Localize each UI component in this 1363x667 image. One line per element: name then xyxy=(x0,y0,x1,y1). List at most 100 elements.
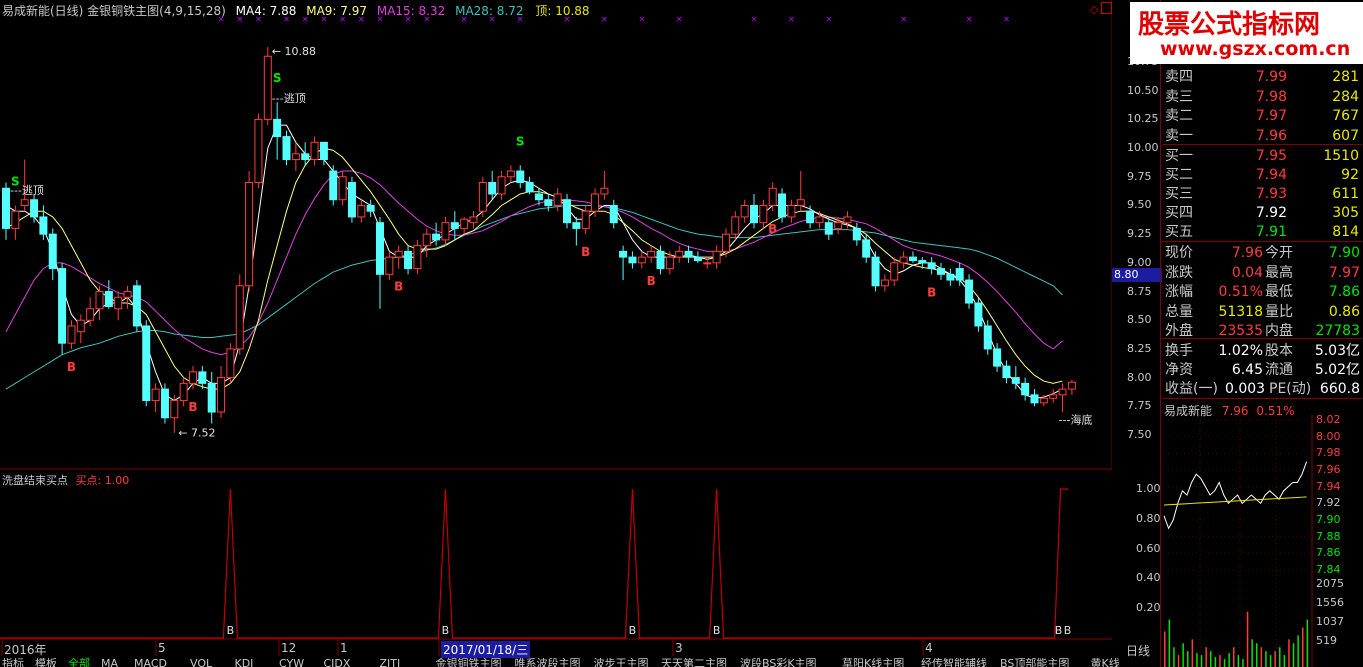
indicator-tab[interactable]: VOL xyxy=(190,658,212,667)
indicator-tab[interactable]: 唯系波段主图 xyxy=(515,658,581,667)
bid-row[interactable]: 买三 7.93 611 xyxy=(1163,185,1361,203)
indicator-tab[interactable]: KDJ xyxy=(235,658,254,667)
mini-axis-label: 8.02 xyxy=(1316,413,1341,426)
candle-body xyxy=(338,176,347,201)
candle-body xyxy=(123,291,132,298)
stat-value: 0.003 xyxy=(1225,381,1266,397)
bid-row[interactable]: 买二 7.94 92 xyxy=(1163,166,1361,184)
quote-price: 7.94 xyxy=(1255,167,1287,183)
indicator-header: 洗盘结束买点 买点: 1.00 xyxy=(2,472,129,488)
period-label[interactable]: 日线 xyxy=(1126,642,1150,659)
panel-separator xyxy=(1162,398,1362,399)
candle-body xyxy=(67,325,76,344)
watermark-title: 股票公式指标网 xyxy=(1138,10,1321,40)
stat-value: 51318 xyxy=(1218,303,1263,320)
candle-body xyxy=(160,388,169,419)
candle-body xyxy=(207,382,216,413)
indicator-tab[interactable]: 黄K线BS点主图 xyxy=(1091,658,1121,667)
date-label: 1 xyxy=(340,641,348,655)
indicator-tab[interactable]: 草阳K线主图 xyxy=(842,658,904,667)
price-tick-label: 9.00 xyxy=(1127,255,1152,269)
candle-body xyxy=(815,216,824,224)
diamond-icon[interactable]: ◇ xyxy=(1090,3,1098,16)
stat-label: 现价 xyxy=(1165,245,1193,261)
candle-body xyxy=(852,227,861,241)
intraday-volume-bar xyxy=(1173,647,1175,667)
stat-value: 6.45 xyxy=(1231,362,1263,378)
indicator-tab[interactable]: 指标 xyxy=(2,658,24,667)
candle-body xyxy=(731,216,740,235)
candle-body xyxy=(572,222,581,229)
price-tick-label: 8.75 xyxy=(1127,284,1152,298)
indicator-tab[interactable]: CJDX xyxy=(324,658,351,667)
quote-volume: 281 xyxy=(1332,69,1359,85)
indicator-tab[interactable]: MACD xyxy=(134,658,167,667)
price-tick-label: 8.50 xyxy=(1127,313,1152,327)
candle-body xyxy=(684,250,693,258)
stat-label: 最高 xyxy=(1265,264,1293,281)
bid-row[interactable]: 买一 7.95 1510 xyxy=(1163,147,1361,165)
candlestick-chart[interactable]: BBBBBBBSSS← 10.88← 7.52---逃顶---逃顶---海底✕ ✕… xyxy=(0,0,1112,470)
quote-volume: 92 xyxy=(1341,167,1359,183)
volume-axis-label: 2075 xyxy=(1316,577,1344,590)
candle-body xyxy=(478,182,487,212)
watermark-url: www.gszx.com.cn xyxy=(1160,38,1351,60)
low-label: ← 7.52 xyxy=(178,427,215,440)
indicator-tab[interactable]: ZJTJ xyxy=(380,658,401,667)
window-toggle-icon[interactable] xyxy=(1101,2,1112,14)
ask-row[interactable]: 卖四 7.99 281 xyxy=(1163,68,1361,86)
candle-body xyxy=(422,233,431,247)
indicator-tab[interactable]: 波步王主图 xyxy=(594,658,649,667)
candle-body xyxy=(871,256,880,287)
candle-body xyxy=(39,216,48,235)
stat-label: 量比 xyxy=(1265,303,1293,320)
bid-row[interactable]: 买五 7.91 814 xyxy=(1163,223,1361,241)
ask-row[interactable]: 卖二 7.97 767 xyxy=(1163,107,1361,125)
candle-body xyxy=(245,182,254,287)
ask-row[interactable]: 卖一 7.96 607 xyxy=(1163,127,1361,145)
candle-body xyxy=(880,279,889,287)
quote-volume: 284 xyxy=(1332,88,1359,105)
indicator-tab[interactable]: CYW xyxy=(279,658,304,667)
mini-axis-label: 7.84 xyxy=(1316,563,1341,576)
indicator-tab[interactable]: 全部 xyxy=(68,658,90,667)
quote-price: 7.98 xyxy=(1255,88,1287,105)
intraday-volume-bar xyxy=(1237,655,1240,667)
sell-signal: S xyxy=(516,134,525,148)
indicator-tab[interactable]: BS顶部能主图 xyxy=(1000,658,1069,667)
candle-body xyxy=(226,348,235,379)
indicator-tab[interactable]: 经传智能辅线 xyxy=(921,658,987,667)
intraday-volume-bar xyxy=(1246,611,1249,667)
mini-axis-label: 7.90 xyxy=(1316,513,1341,526)
indicator-tab[interactable]: 天天第二主图 xyxy=(661,658,727,667)
candle-body xyxy=(2,187,10,229)
mini-axis-label: 7.88 xyxy=(1316,529,1341,543)
price-tick-label: 7.75 xyxy=(1127,399,1152,413)
indicator-tick-label: 1.00 xyxy=(1136,482,1161,495)
mini-axis-label: 7.96 xyxy=(1316,463,1341,476)
candle-body xyxy=(628,256,637,264)
intraday-volume-bar xyxy=(1274,651,1276,667)
date-label: 4 xyxy=(925,641,933,655)
bid-row[interactable]: 买四 7.92 305 xyxy=(1163,204,1361,222)
indicator-tab[interactable]: MA xyxy=(101,658,118,667)
cross-marker: ✕ xyxy=(601,15,608,24)
intraday-volume-bar xyxy=(1283,655,1286,667)
indicator-tab[interactable]: 金银铜铁主图 xyxy=(436,658,502,667)
indicator-tab[interactable]: 波段BS彩K主图 xyxy=(740,658,817,667)
watermark-logo: 股票公式指标网 www.gszx.com.cn xyxy=(1130,2,1363,64)
intraday-volume-bar xyxy=(1242,659,1244,667)
intraday-volume-bar xyxy=(1260,647,1263,667)
quote-volume: 767 xyxy=(1332,108,1359,124)
indicator-tab[interactable]: 模板 xyxy=(35,658,57,667)
quote-price: 7.96 xyxy=(1255,127,1287,144)
candle-body xyxy=(376,222,384,275)
ask-row[interactable]: 卖三 7.98 284 xyxy=(1163,88,1361,106)
candle-body xyxy=(862,239,871,258)
intraday-volume-bar xyxy=(1288,639,1290,667)
ma15-legend: MA15: 8.32 xyxy=(376,4,446,18)
indicator-tab-bar[interactable]: 指标 模板 全部 MA MACD VOL KDJ CYW CJDX ZJTJ 金银铜铁主图 唯系波段主… xyxy=(0,658,1120,667)
candle-body xyxy=(553,193,562,206)
intraday-volume-bar xyxy=(1228,653,1230,667)
intraday-volume-bar xyxy=(1251,639,1253,667)
